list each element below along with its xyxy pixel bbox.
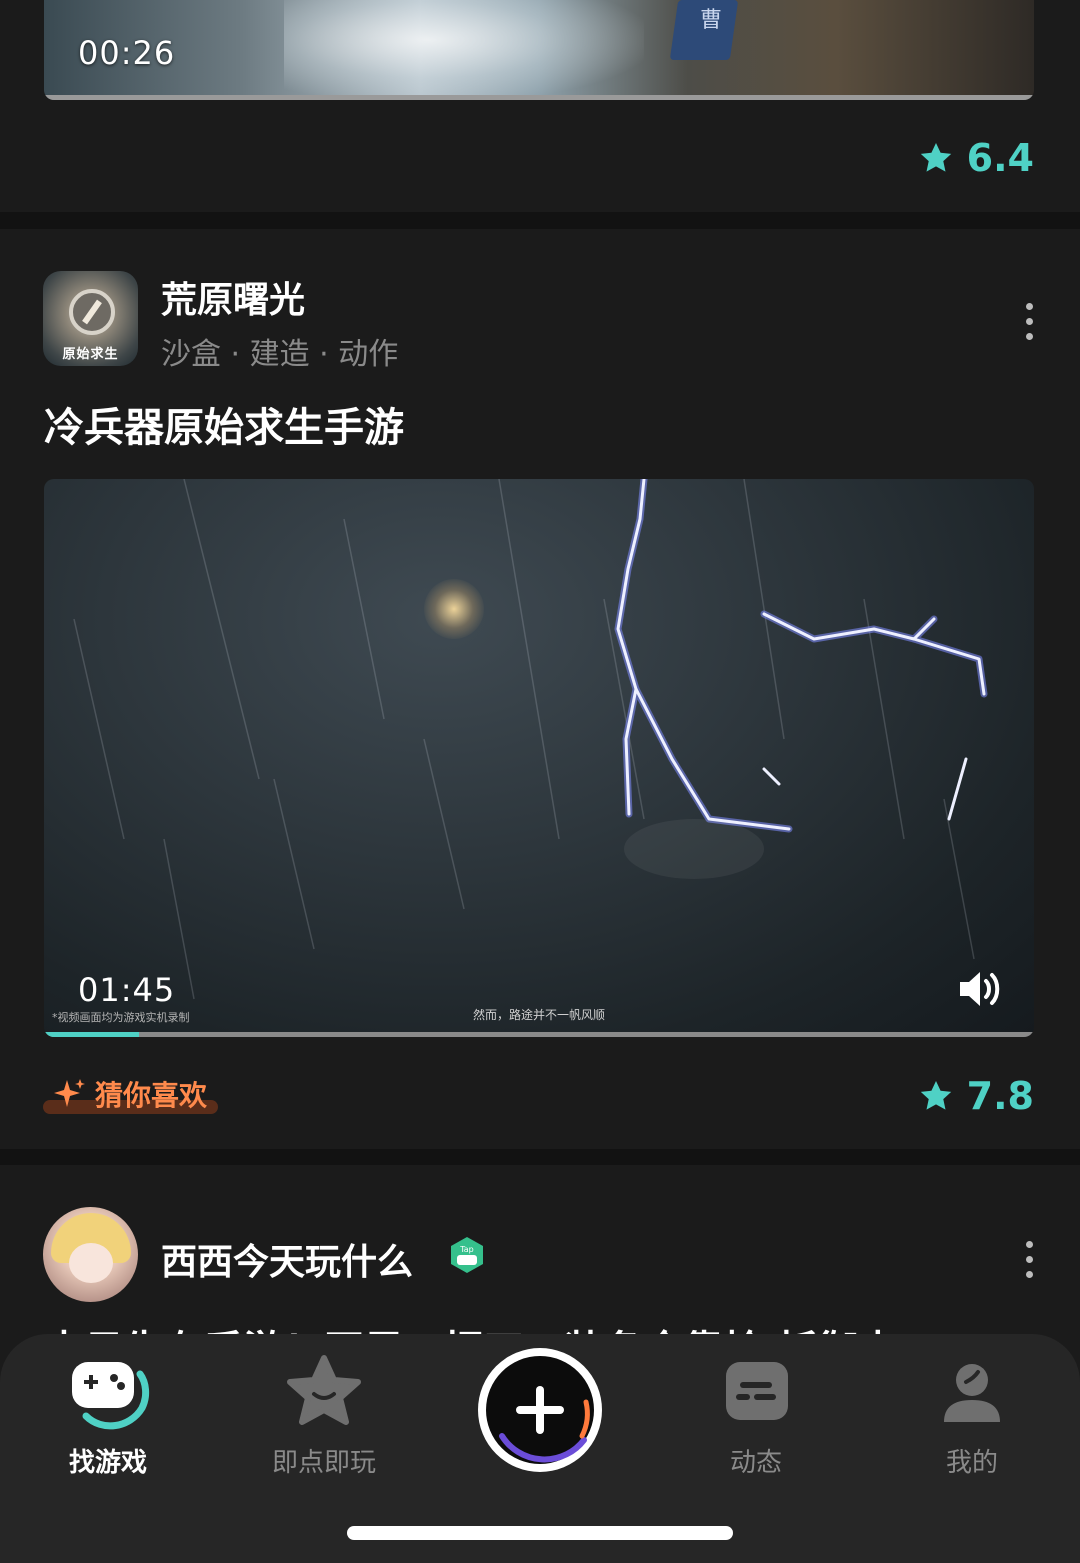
more-options-icon[interactable]: [1022, 1241, 1036, 1278]
compass-icon: [69, 289, 115, 335]
rating-value: 7.8: [966, 1074, 1034, 1118]
author-name[interactable]: 西西今天玩什么: [161, 1233, 413, 1285]
sparkle-icon: [54, 1079, 85, 1107]
video-scene: [73, 479, 988, 1000]
video-player-2[interactable]: 01:45 *视频画面均为游戏实机录制 然而，路途并不一帆风顺: [44, 479, 1034, 1037]
bottom-nav: 找游戏 即点即玩 动态 我的: [0, 1334, 1080, 1563]
nav-profile[interactable]: 我的: [864, 1334, 1080, 1484]
star-icon: [920, 1080, 951, 1110]
rating-value: 6.4: [966, 136, 1034, 180]
tap-badge-text: Tap: [459, 1245, 474, 1254]
feed-icon: [726, 1362, 788, 1420]
star-icon: [287, 1355, 361, 1425]
person-icon: [944, 1364, 1000, 1422]
avatar-face: [69, 1243, 113, 1283]
nav-label: 即点即玩: [271, 1448, 376, 1478]
nav-find-games[interactable]: 找游戏: [0, 1334, 216, 1484]
tap-verified-badge-icon: Tap: [451, 1237, 483, 1273]
video-player-1[interactable]: 曹 00:26: [44, 0, 1034, 100]
feed-card-1: 曹 00:26 6.4: [0, 0, 1080, 212]
rating: 7.8: [917, 1074, 1034, 1118]
nav-label: 找游戏: [68, 1448, 147, 1478]
recommend-tag: 猜你喜欢: [43, 1074, 218, 1114]
video-timestamp: 00:26: [78, 34, 176, 72]
nav-feed[interactable]: 动态: [648, 1334, 864, 1484]
video-progress-fill: [44, 1032, 140, 1037]
video-progress-track[interactable]: [44, 1032, 1034, 1037]
avatar[interactable]: [43, 1207, 138, 1302]
more-options-icon[interactable]: [1022, 303, 1036, 340]
game-icon[interactable]: 原始求生: [43, 271, 138, 366]
feed-card-2[interactable]: 原始求生 荒原曙光 沙盒 · 建造 · 动作 冷兵器原始求生手游 01:45 *…: [0, 229, 1080, 1149]
video-scene: [284, 0, 644, 100]
nav-label: 动态: [729, 1448, 782, 1478]
video-timestamp: 01:45: [78, 971, 176, 1009]
volume-icon[interactable]: [956, 967, 1004, 1011]
game-tags: 沙盒 · 建造 · 动作: [161, 337, 399, 372]
game-description: 冷兵器原始求生手游: [44, 405, 404, 451]
recommend-tag-label: 猜你喜欢: [95, 1079, 208, 1112]
video-scene-flag-text: 曹: [700, 8, 723, 33]
game-icon-text: 原始求生: [62, 347, 119, 362]
video-subtitle: 然而，路途并不一帆风顺: [472, 1008, 605, 1022]
home-indicator[interactable]: [347, 1526, 733, 1540]
create-post-button[interactable]: [474, 1344, 606, 1476]
nav-instant-play[interactable]: 即点即玩: [216, 1334, 432, 1484]
nav-label: 我的: [945, 1448, 998, 1478]
game-title[interactable]: 荒原曙光: [161, 271, 305, 323]
rating: 6.4: [917, 136, 1034, 180]
gamepad-icon: [72, 1362, 150, 1430]
video-progress-track[interactable]: [44, 95, 1034, 100]
star-icon: [920, 142, 951, 172]
game-feed-page: 曹 00:26 6.4 原始求生 荒原曙光 沙盒 · 建造 · 动作 冷兵器原始…: [0, 0, 1080, 1563]
